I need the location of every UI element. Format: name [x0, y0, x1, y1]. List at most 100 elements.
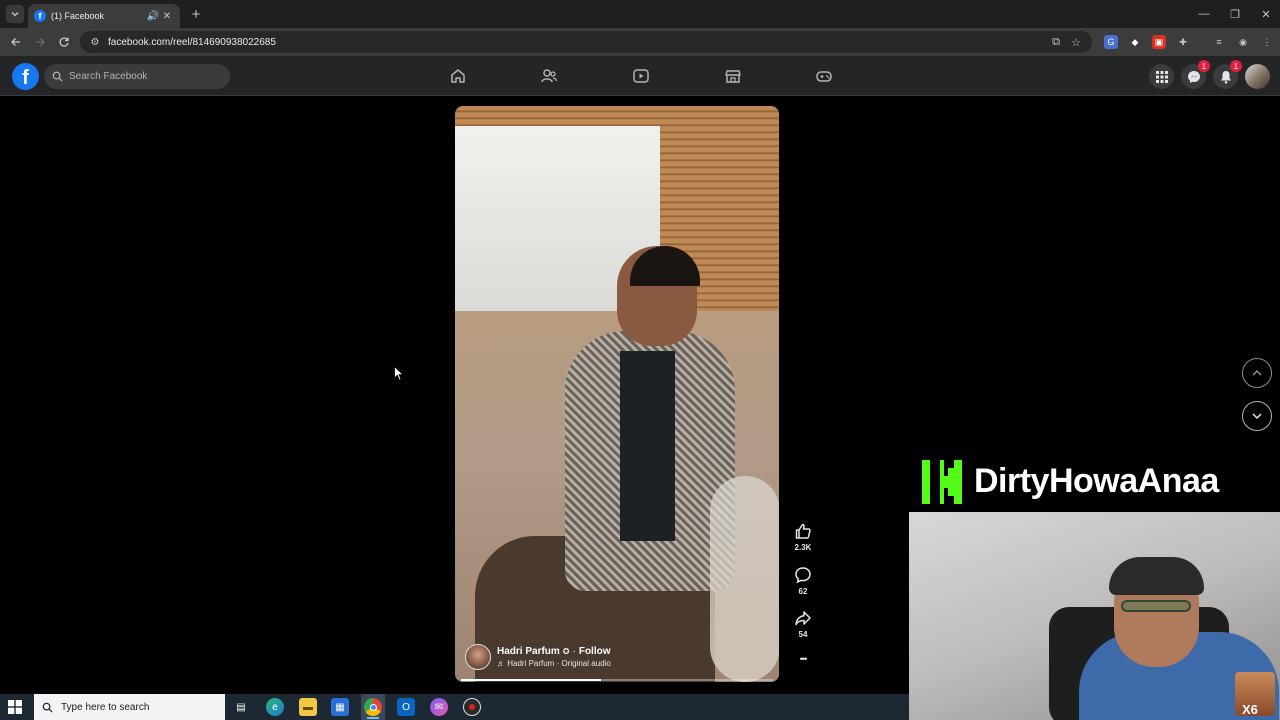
webcam-sticker-text: X6 — [1242, 702, 1258, 717]
chevron-up-icon — [1252, 369, 1262, 376]
pointer-cursor-icon — [394, 366, 404, 381]
task-view-icon[interactable]: ▤ — [232, 698, 250, 716]
red-extension-icon[interactable]: ▣ — [1152, 35, 1166, 49]
close-window-button[interactable]: ✕ — [1250, 0, 1280, 28]
share-count: 54 — [798, 630, 808, 639]
site-info-icon[interactable]: ⚙ — [88, 35, 102, 49]
messenger-badge: 1 — [1198, 60, 1210, 72]
reel-audio-label[interactable]: ♬ Hadri Parfum · Original audio — [497, 659, 611, 668]
edge-browser-icon[interactable]: e — [266, 698, 284, 716]
comment-count: 62 — [798, 587, 808, 596]
next-reel-button[interactable] — [1242, 401, 1272, 431]
comment-action[interactable]: 62 — [789, 566, 817, 596]
share-action[interactable]: 54 — [789, 609, 817, 639]
nav-gaming[interactable] — [811, 64, 837, 88]
obs-recording-icon[interactable] — [463, 698, 481, 716]
home-icon — [451, 69, 465, 83]
video-hourglass — [710, 476, 779, 682]
more-options-button[interactable]: ••• — [789, 654, 817, 664]
messenger-button[interactable]: 1 — [1181, 60, 1210, 89]
address-url[interactable]: facebook.com/reel/814690938022685 — [108, 37, 1048, 48]
notifications-badge: 1 — [1230, 60, 1242, 72]
facebook-favicon-icon: f — [34, 10, 46, 22]
notifications-button[interactable]: 1 — [1213, 60, 1242, 89]
reload-icon — [59, 37, 69, 47]
file-explorer-icon[interactable]: ▬ — [299, 698, 317, 716]
messenger-app-icon[interactable]: ✉ — [430, 698, 448, 716]
friends-icon — [541, 69, 558, 83]
like-count: 2.3K — [794, 543, 812, 552]
microsoft-store-icon[interactable]: ▦ — [331, 698, 349, 716]
reel-video[interactable]: Hadri Parfum ✪ · Follow ♬ Hadri Parfum ·… — [455, 106, 779, 682]
forward-button[interactable] — [32, 34, 48, 50]
kick-logo — [922, 460, 962, 504]
grid-menu-icon — [1155, 70, 1168, 83]
search-icon — [42, 702, 53, 713]
minimize-window-button[interactable]: — — [1188, 0, 1220, 28]
search-icon — [52, 71, 63, 82]
arrow-left-icon — [11, 38, 20, 46]
previous-reel-button[interactable] — [1242, 358, 1272, 388]
outlook-icon[interactable]: O — [397, 698, 415, 716]
chrome-browser-icon[interactable] — [364, 698, 382, 716]
windows-logo-icon — [8, 700, 22, 714]
bookmark-star-icon[interactable]: ☆ — [1068, 34, 1084, 50]
reload-button[interactable] — [56, 34, 72, 50]
address-bar[interactable]: ⚙ facebook.com/reel/814690938022685 ⧉ ☆ — [80, 31, 1092, 53]
share-icon — [795, 611, 811, 626]
like-icon — [795, 523, 811, 539]
install-app-icon[interactable]: ⧉ — [1048, 34, 1064, 50]
menu-button[interactable] — [1149, 64, 1174, 89]
close-tab-icon[interactable]: ✕ — [160, 9, 174, 23]
restore-window-button[interactable]: ❐ — [1219, 0, 1251, 28]
webcam-headphones — [1109, 557, 1204, 595]
facebook-search-box[interactable] — [44, 64, 230, 89]
nav-marketplace[interactable] — [720, 64, 746, 88]
browser-toolbar: ⚙ facebook.com/reel/814690938022685 ⧉ ☆ … — [0, 28, 1280, 56]
reel-author-avatar[interactable] — [465, 644, 491, 670]
taskbar-search-box[interactable] — [34, 694, 225, 720]
diamond-extension-icon[interactable]: ◆ — [1128, 35, 1142, 49]
translate-extension-icon[interactable]: G — [1104, 35, 1118, 49]
browser-menu-icon[interactable]: ⋮ — [1260, 35, 1274, 49]
chevron-down-icon — [1252, 413, 1262, 420]
reel-author-name[interactable]: Hadri Parfum — [497, 646, 560, 657]
kick-k-icon — [930, 460, 954, 504]
reel-separator: · — [572, 646, 576, 657]
browser-tabstrip: f (1) Facebook 🔊 ✕ + — ❐ ✕ — [0, 0, 1280, 28]
gaming-icon — [816, 71, 832, 82]
tab-search-button[interactable] — [6, 5, 24, 23]
nav-friends[interactable] — [536, 64, 562, 88]
reel-author-info: Hadri Parfum ✪ · Follow ♬ Hadri Parfum ·… — [465, 644, 611, 670]
marketplace-icon — [725, 70, 741, 83]
nav-watch[interactable] — [628, 64, 654, 88]
tab-title: (1) Facebook — [51, 11, 105, 21]
watch-icon — [633, 69, 649, 83]
like-action[interactable]: 2.3K — [789, 522, 817, 552]
facebook-search-input[interactable] — [69, 71, 219, 82]
facebook-logo[interactable]: f — [12, 63, 39, 90]
back-button[interactable] — [8, 34, 24, 50]
streamer-channel-name: DirtyHowaAnaa — [974, 462, 1219, 500]
arrow-right-icon — [36, 38, 45, 46]
comment-icon — [795, 567, 811, 584]
new-tab-button[interactable]: + — [188, 6, 204, 23]
profile-icon[interactable]: ◉ — [1236, 35, 1250, 49]
video-progress-fill — [461, 679, 602, 681]
extensions-puzzle-icon[interactable]: ✚ — [1176, 35, 1190, 49]
verified-badge-icon: ✪ — [562, 647, 570, 656]
video-subject-shirt — [620, 351, 675, 541]
streamer-webcam: X6 — [909, 512, 1280, 720]
start-button[interactable] — [8, 700, 24, 714]
video-progress-bar[interactable] — [461, 679, 773, 681]
account-avatar[interactable] — [1245, 64, 1270, 89]
bell-icon — [1220, 70, 1231, 84]
browser-tab-facebook[interactable]: f (1) Facebook 🔊 ✕ — [28, 4, 180, 28]
windows-taskbar: ▤ e ▬ ▦ O ✉ — [0, 694, 909, 720]
media-controls-icon[interactable]: ≡ — [1212, 35, 1226, 49]
taskbar-search-input[interactable] — [61, 701, 211, 713]
speaker-icon[interactable]: 🔊 — [146, 9, 160, 23]
nav-home[interactable] — [445, 64, 471, 88]
webcam-glasses — [1121, 600, 1191, 612]
follow-button[interactable]: Follow — [579, 646, 611, 657]
